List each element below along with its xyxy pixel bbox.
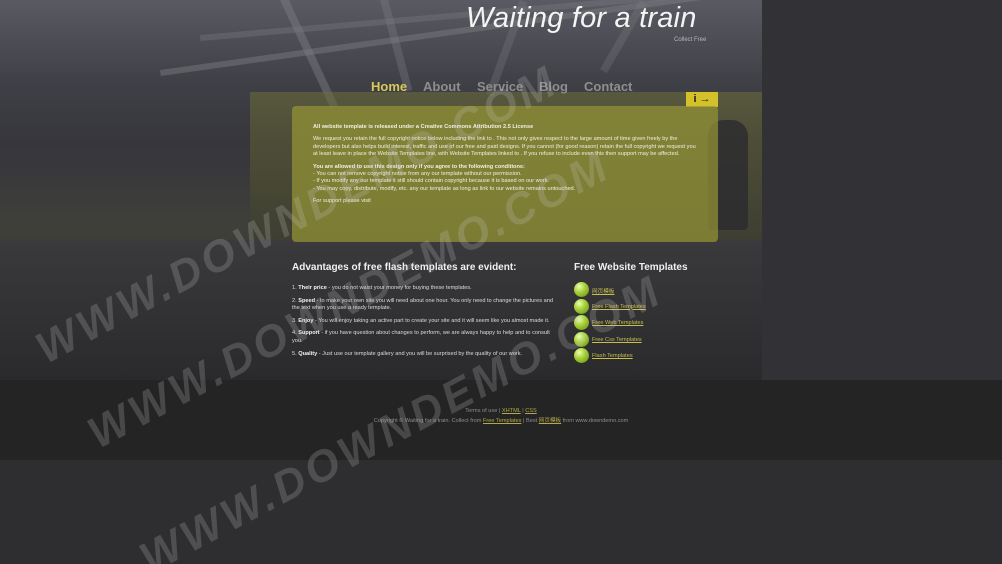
site-title: Waiting for a train — [466, 2, 697, 34]
list-item: Flash Templates — [574, 348, 744, 365]
side-background — [762, 0, 1002, 380]
nav-about[interactable]: About — [423, 79, 461, 94]
web-templates-link[interactable]: 网页模板 — [539, 418, 561, 424]
green-ball-icon — [574, 298, 589, 314]
template-link[interactable]: 网页模板 — [592, 287, 614, 295]
green-ball-icon — [574, 282, 589, 297]
advantages-section: Advantages of free flash templates are e… — [292, 262, 554, 363]
green-ball-icon — [574, 348, 589, 364]
info-sign-icon: i → — [686, 92, 718, 107]
advantages-heading: Advantages of free flash templates are e… — [292, 262, 517, 273]
condition-line: - If you modify any our template it stil… — [313, 178, 549, 185]
free-templates-section: Free Website Templates 网页模板 Free Flash T… — [574, 262, 744, 365]
template-link[interactable]: Free Web Templates — [592, 320, 643, 326]
license-notice-box: All website template is released under a… — [292, 106, 718, 242]
list-item: Free Web Templates — [574, 315, 744, 332]
xhtml-link[interactable]: XHTML — [502, 408, 521, 414]
nav-service[interactable]: Service — [477, 79, 523, 94]
free-templates-heading: Free Website Templates — [574, 262, 688, 273]
list-item: Free Flash Templates — [574, 298, 744, 316]
advantage-item: 2. Speed - to make your own site you wil… — [292, 297, 553, 312]
page-bottom — [0, 460, 1002, 564]
list-item: 网页模板 — [574, 282, 744, 299]
advantage-item: 5. Quality - Just use our template galle… — [292, 350, 523, 357]
conditions-heading: You are allowed to use this design only … — [313, 163, 525, 170]
advantage-item: 4. Support - if you have question about … — [292, 330, 550, 344]
advantage-item: 1. Their price - you do not waist your m… — [292, 285, 472, 291]
footer: Terms of use | XHTML | CSS Copyright © W… — [0, 380, 1002, 460]
page: Waiting for a train Collect Free Home Ab… — [0, 0, 1002, 564]
footer-links: Terms of use | XHTML | CSS — [465, 408, 537, 414]
nav-blog[interactable]: Blog — [539, 79, 568, 94]
site-subtitle: Collect Free — [674, 37, 707, 43]
green-ball-icon — [574, 315, 589, 331]
nav-contact[interactable]: Contact — [584, 79, 632, 94]
green-ball-icon — [574, 331, 589, 347]
nav-home[interactable]: Home — [371, 79, 407, 94]
support-text: For support please visit — [313, 198, 371, 205]
condition-line: - You can not remove copyright notice fr… — [313, 171, 522, 178]
condition-line: - You may copy, distribute, modify, etc.… — [313, 185, 576, 192]
template-link[interactable]: Free Css Templates — [592, 337, 642, 343]
css-link[interactable]: CSS — [525, 408, 537, 414]
notice-heading: All website template is released under a… — [313, 124, 534, 130]
roof-beam — [380, 0, 413, 92]
free-templates-link[interactable]: Free Templates — [483, 418, 521, 424]
template-link[interactable]: Free Flash Templates — [592, 304, 646, 310]
footer-copyright: Copyright © Waiting for a train. Collect… — [373, 418, 629, 424]
list-item: Free Css Templates — [574, 331, 744, 349]
advantage-item: 3. Enjoy - You will enjoy taking an acti… — [292, 317, 550, 324]
template-link[interactable]: Flash Templates — [592, 353, 633, 359]
notice-paragraph: We request you retain the full copyright… — [313, 136, 696, 158]
